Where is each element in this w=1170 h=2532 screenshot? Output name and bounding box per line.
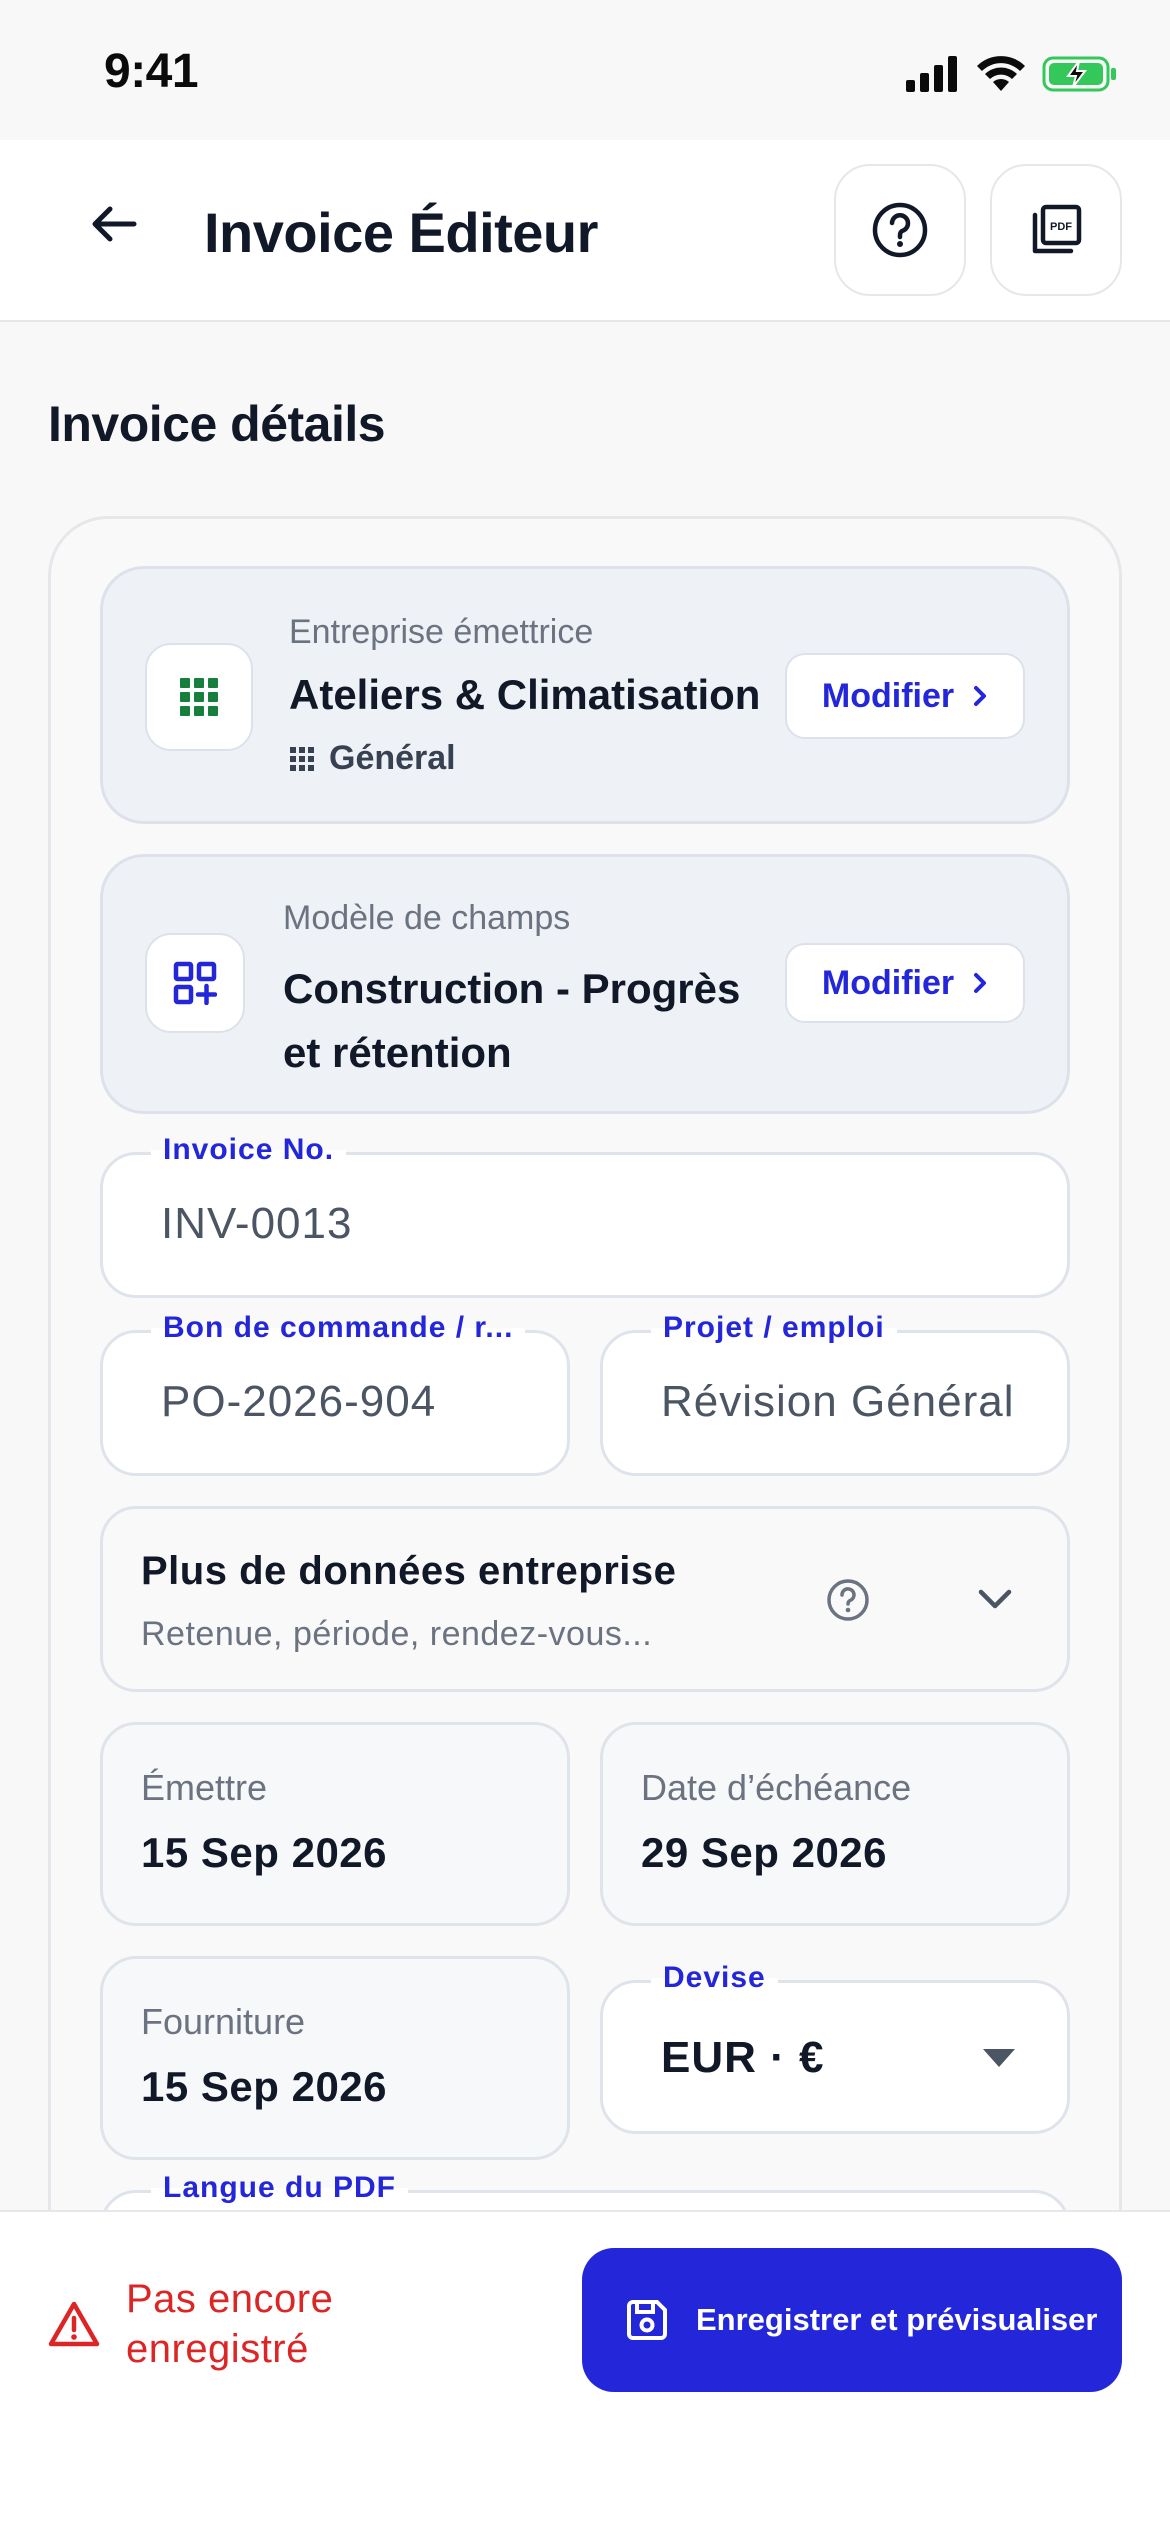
save-and-preview-label: Enregistrer et prévisualiser bbox=[696, 2302, 1098, 2337]
status-time: 9:41 bbox=[104, 45, 199, 98]
company-category-label: Général bbox=[329, 739, 456, 777]
pdf-language-label: Langue du PDF bbox=[151, 2171, 408, 2205]
supply-date-label: Fourniture bbox=[141, 2001, 306, 2042]
field-template-card[interactable]: Modèle de champs Construction - Progrès … bbox=[100, 854, 1070, 1114]
template-icon-box bbox=[145, 933, 245, 1033]
currency-select[interactable]: Devise EUR · € bbox=[600, 1961, 1070, 2134]
currency-value: EUR · € bbox=[661, 2033, 825, 2082]
purchase-order-field[interactable]: Bon de commande / r... PO-2026-904 bbox=[100, 1311, 570, 1476]
more-company-data-subtitle: Retenue, période, rendez-vous... bbox=[141, 1615, 653, 1653]
arrow-left-icon bbox=[92, 206, 137, 242]
modify-template-button[interactable]: Modifier bbox=[785, 943, 1025, 1023]
due-date-label: Date d’échéance bbox=[641, 1767, 912, 1808]
company-category: Général bbox=[289, 739, 456, 778]
unsaved-status: Pas encore enregistré bbox=[126, 2277, 334, 2371]
supply-date-value: 15 Sep 2026 bbox=[141, 2063, 388, 2110]
wifi-icon bbox=[977, 56, 1025, 91]
issuing-company-card[interactable]: Entreprise émettrice Ateliers & Climatis… bbox=[100, 566, 1070, 824]
more-company-data-title: Plus de données entreprise bbox=[141, 1549, 677, 1593]
pdf-preview-button[interactable]: PDF bbox=[990, 164, 1122, 296]
caret-down-icon bbox=[983, 2049, 1015, 2067]
issue-date-value: 15 Sep 2026 bbox=[141, 1829, 388, 1876]
template-name: Construction - Progrès et rétention bbox=[283, 965, 741, 1076]
project-value: Révision Général bbox=[661, 1377, 1015, 1426]
purchase-order-label: Bon de commande / r... bbox=[151, 1311, 526, 1345]
warning-triangle-icon bbox=[48, 2301, 100, 2347]
help-circle-icon[interactable] bbox=[825, 1577, 871, 1623]
pdf-icon: PDF bbox=[1032, 204, 1082, 254]
company-label: Entreprise émettrice bbox=[289, 613, 594, 651]
invoice-number-value: INV-0013 bbox=[161, 1199, 353, 1248]
due-date-picker[interactable]: Date d’échéance 29 Sep 2026 bbox=[600, 1722, 1070, 1926]
company-name: Ateliers & Climatisation bbox=[289, 671, 761, 718]
template-label: Modèle de champs bbox=[283, 899, 571, 937]
save-floppy-icon bbox=[627, 2300, 667, 2340]
modify-company-label: Modifier bbox=[821, 676, 955, 715]
modify-template-label: Modifier bbox=[821, 963, 955, 1002]
cellular-signal-icon bbox=[906, 56, 957, 92]
invoice-number-label: Invoice No. bbox=[151, 1133, 347, 1167]
grid-icon bbox=[180, 678, 218, 716]
company-icon-box bbox=[145, 643, 253, 751]
modify-company-button[interactable]: Modifier bbox=[785, 653, 1025, 739]
invoice-number-field[interactable]: Invoice No. INV-0013 bbox=[100, 1133, 1070, 1298]
due-date-value: 29 Sep 2026 bbox=[641, 1829, 888, 1876]
project-label: Projet / emploi bbox=[651, 1311, 897, 1345]
battery-charging-icon bbox=[1042, 56, 1116, 92]
status-bar: 9:41 bbox=[0, 0, 1170, 140]
purchase-order-value: PO-2026-904 bbox=[161, 1377, 437, 1426]
bottom-action-bar: Pas encore enregistré Enregistrer et pré… bbox=[0, 2210, 1170, 2532]
page-title: Invoice Éditeur bbox=[204, 201, 598, 264]
svg-text:PDF: PDF bbox=[1050, 221, 1072, 233]
issue-date-label: Émettre bbox=[141, 1767, 268, 1808]
section-title: Invoice détails bbox=[48, 396, 386, 452]
chevron-right-icon bbox=[974, 973, 987, 993]
issue-date-picker[interactable]: Émettre 15 Sep 2026 bbox=[100, 1722, 570, 1926]
more-company-data-accordion[interactable]: Plus de données entreprise Retenue, péri… bbox=[100, 1506, 1070, 1692]
add-grid-icon bbox=[173, 961, 217, 1005]
back-button[interactable] bbox=[78, 188, 150, 260]
app-header: Invoice Éditeur PDF bbox=[0, 140, 1170, 322]
supply-date-picker[interactable]: Fourniture 15 Sep 2026 bbox=[100, 1956, 570, 2160]
save-and-preview-button[interactable]: Enregistrer et prévisualiser bbox=[582, 2248, 1122, 2392]
help-circle-icon bbox=[872, 202, 928, 258]
currency-label: Devise bbox=[651, 1961, 778, 1995]
project-field[interactable]: Projet / emploi Révision Général bbox=[600, 1311, 1070, 1476]
status-icons bbox=[906, 52, 1118, 96]
small-grid-icon bbox=[290, 746, 314, 771]
help-button[interactable] bbox=[834, 164, 966, 296]
chevron-right-icon bbox=[974, 686, 987, 706]
chevron-down-icon bbox=[978, 1589, 1012, 1609]
